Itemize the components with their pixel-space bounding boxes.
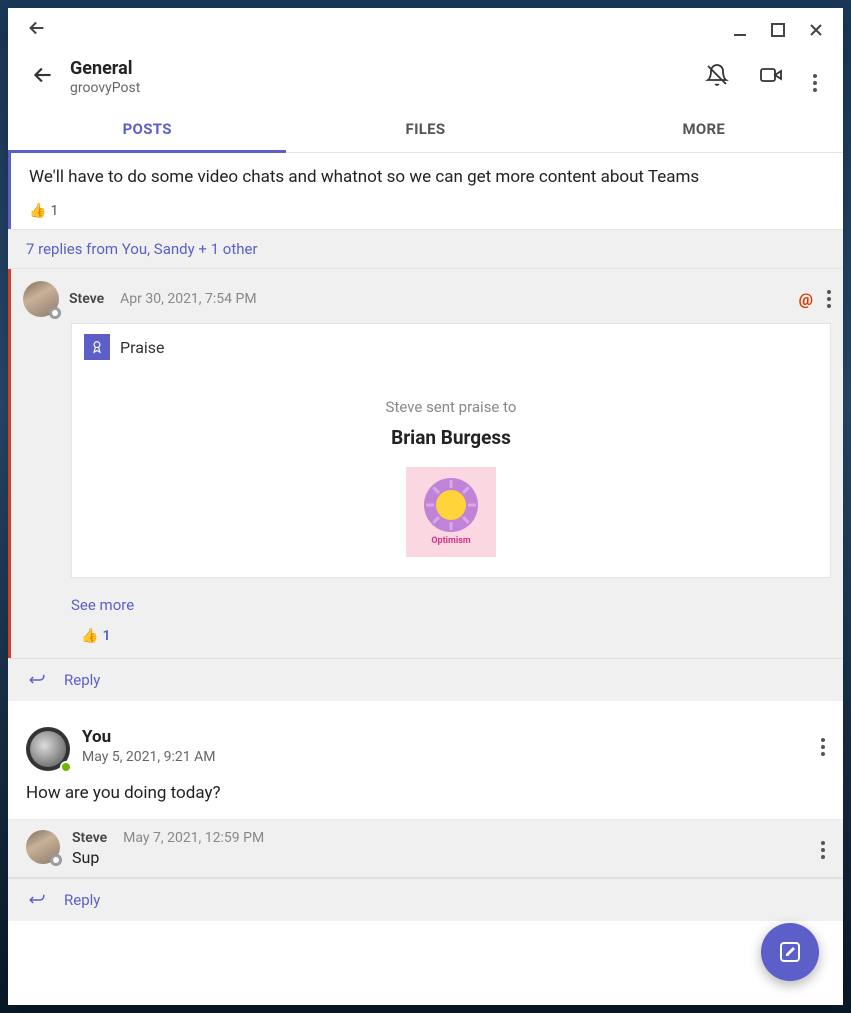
meet-button[interactable] [753,57,789,97]
praise-sent-line: Steve sent praise to [72,398,830,416]
tab-more[interactable]: MORE [565,108,843,152]
presence-offline-icon [50,854,62,866]
arrow-left-icon [26,17,48,39]
compose-icon [778,940,802,964]
avatar-steve[interactable] [26,830,60,864]
reply-steve-praise: Steve Apr 30, 2021, 7:54 PM @ Praise Ste… [8,269,843,658]
reply-header-actions: @ [799,290,831,309]
root-reactions[interactable]: 👍 1 [11,199,843,229]
more-vertical-icon [821,841,825,859]
thumbs-up-icon: 👍 [81,628,98,644]
reply-body: Sup [72,848,809,867]
reply-label: Reply [64,671,100,689]
praise-card-header: Praise [72,324,830,370]
more-vertical-icon [821,738,825,756]
maximize-icon [771,23,785,37]
reply-action-row[interactable]: Reply [8,658,843,701]
app-window: General groovyPost POSTS FILES MORE [8,8,843,1005]
posts-content[interactable]: We'll have to do some video chats and wh… [8,153,843,1005]
browser-back-button[interactable] [16,11,58,49]
more-options-button[interactable] [807,57,823,98]
replies-summary-bar[interactable]: 7 replies from You, Sandy + 1 other [8,229,843,269]
bell-off-icon [705,63,729,87]
arrow-left-icon [30,62,56,88]
reply-steve-sup: Steve May 7, 2021, 12:59 PM Sup [8,820,843,878]
window-titlebar [8,8,843,52]
avatar-steve[interactable] [23,281,59,317]
avatar-you[interactable] [26,727,70,771]
see-more-link[interactable]: See more [23,584,831,622]
reply-content: Steve May 7, 2021, 12:59 PM Sup [72,830,809,867]
praise-recipient: Brian Burgess [72,426,830,449]
reply-action-row[interactable]: Reply [8,878,843,921]
conversation-meta: You May 5, 2021, 9:21 AM [82,727,215,765]
praise-badge-label: Optimism [431,536,470,546]
praise-ribbon-icon [84,334,110,360]
reply-author: Steve [69,291,104,307]
more-vertical-icon [813,74,817,92]
conversation-header: You May 5, 2021, 9:21 AM [8,713,843,775]
reply-label: Reply [64,891,100,909]
channel-tabs: POSTS FILES MORE [8,108,843,153]
conversation-more-button[interactable] [821,727,825,756]
conversation-body: How are you doing today? [8,775,843,820]
thumbs-up-icon: 👍 [29,203,46,219]
reaction-count: 1 [102,628,110,644]
tab-posts[interactable]: POSTS [8,108,286,152]
presence-online-icon [60,761,72,773]
channel-actions [699,57,827,98]
praise-card: Praise Steve sent praise to Brian Burges… [71,323,831,578]
mention-indicator-icon: @ [799,290,813,309]
reply-arrow-icon [26,671,48,689]
praise-badge-art: Optimism [406,467,496,557]
praise-label: Praise [120,338,165,357]
window-close-button[interactable] [797,15,835,45]
team-name: groovyPost [70,80,699,96]
channel-titles: General groovyPost [70,58,699,96]
minimize-icon [733,23,747,37]
reply-timestamp: Apr 30, 2021, 7:54 PM [120,291,256,307]
channel-back-button[interactable] [24,56,70,98]
conversation-timestamp: May 5, 2021, 9:21 AM [82,749,215,765]
conversation-thread: We'll have to do some video chats and wh… [8,153,843,229]
conversation-author: You [82,727,215,747]
notifications-button[interactable] [699,57,735,97]
sun-icon [424,478,478,532]
close-icon [809,23,823,37]
root-message-text: We'll have to do some video chats and wh… [11,153,843,199]
reply-reactions[interactable]: 👍 1 [23,622,831,658]
new-conversation-button[interactable] [761,923,819,981]
channel-title: General [70,58,699,79]
reaction-count: 1 [50,203,58,219]
reply-more-button[interactable] [827,290,831,308]
video-icon [759,63,783,87]
window-maximize-button[interactable] [759,15,797,45]
reply-arrow-icon [26,891,48,909]
window-minimize-button[interactable] [721,15,759,45]
presence-offline-icon [49,307,61,319]
reply-header: Steve Apr 30, 2021, 7:54 PM @ [23,281,831,317]
conversation-you: You May 5, 2021, 9:21 AM How are you doi… [8,713,843,921]
reply-author: Steve [72,830,107,846]
channel-header: General groovyPost [8,52,843,108]
tab-files[interactable]: FILES [286,108,564,152]
reply-timestamp: May 7, 2021, 12:59 PM [123,830,264,846]
reply-more-button[interactable] [821,830,825,859]
